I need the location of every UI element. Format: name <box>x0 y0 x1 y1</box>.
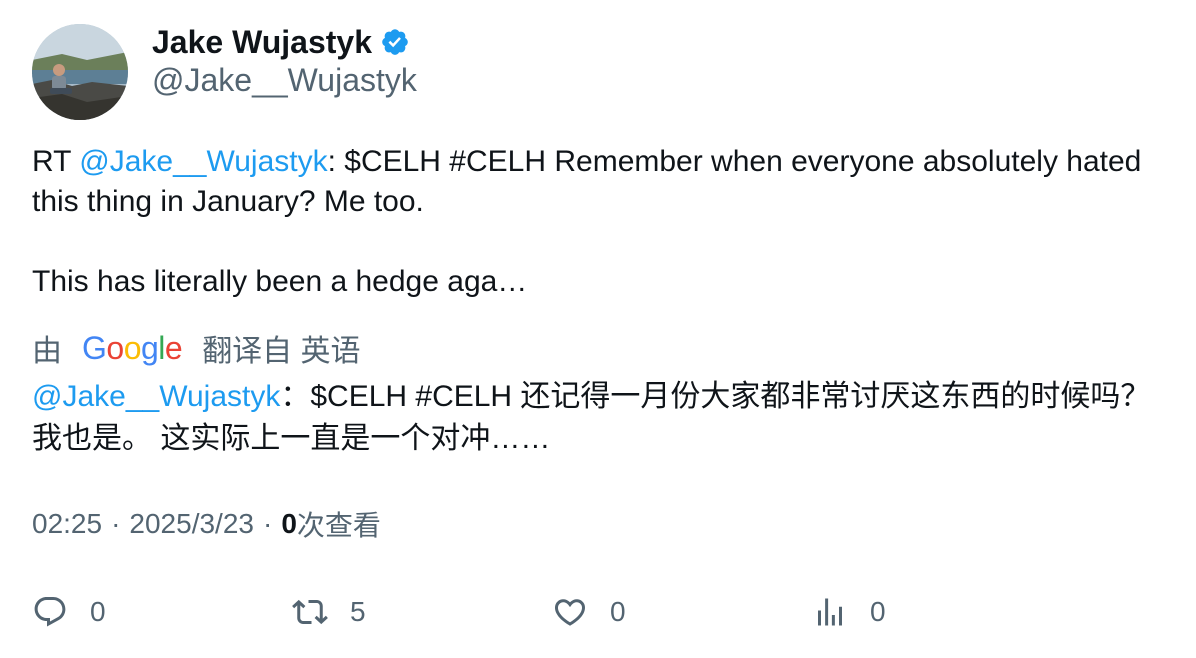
google-logo-letter: e <box>164 329 183 366</box>
translation-by-label: 由 <box>32 335 62 368</box>
views-label: 次查看 <box>296 510 381 541</box>
google-logo-letter: G <box>82 329 107 366</box>
avatar[interactable] <box>32 24 128 120</box>
tweet-text: RT @Jake__Wujastyk: $CELH #CELH Remember… <box>32 142 1162 302</box>
meta-separator: · <box>262 508 273 539</box>
retweet-icon <box>292 599 328 625</box>
analytics-icon <box>818 598 842 626</box>
views-button[interactable]: 0 <box>812 590 886 634</box>
google-logo-letter: o <box>106 329 124 366</box>
action-bar: 0 5 0 0 <box>0 590 1196 634</box>
views-action-count: 0 <box>870 596 886 627</box>
meta-separator: · <box>111 508 121 539</box>
avatar-photo <box>32 24 128 120</box>
tweet-meta: 02:25 · 2025/3/23 · 0 次查看 <box>32 504 381 544</box>
tweet-line-2: This has literally been a hedge aga… <box>32 265 528 298</box>
translated-mention-link[interactable]: @Jake__Wujastyk <box>32 380 280 413</box>
verified-badge-icon <box>380 27 410 57</box>
google-logo: Google <box>82 329 183 367</box>
author-display-name[interactable]: Jake Wujastyk <box>152 24 372 61</box>
google-logo-letter: o <box>123 329 142 366</box>
heart-icon <box>554 599 586 626</box>
like-count: 0 <box>610 596 626 627</box>
tweet-date[interactable]: 2025/3/23 <box>129 508 254 540</box>
author-name-row: Jake Wujastyk <box>152 22 410 62</box>
reply-count: 0 <box>90 596 106 627</box>
reply-button[interactable]: 0 <box>32 590 106 634</box>
tweet-line-1: RT @Jake__Wujastyk: $CELH #CELH Remember… <box>32 142 1162 222</box>
tweet-card: Jake Wujastyk @Jake__Wujastyk RT @Jake__… <box>0 0 1196 658</box>
translated-from-label: 翻译自 英语 <box>202 335 361 368</box>
retweet-prefix: RT <box>32 145 80 178</box>
translation-attribution: 由 Google 翻译自 英语 <box>32 326 361 370</box>
reply-icon <box>34 597 66 627</box>
like-button[interactable]: 0 <box>552 590 626 634</box>
views-count: 0 <box>281 508 297 539</box>
google-logo-letter: g <box>140 329 159 366</box>
tweet-time[interactable]: 02:25 <box>32 508 102 540</box>
google-logo-letter: l <box>158 329 165 366</box>
author-handle[interactable]: @Jake__Wujastyk <box>152 62 417 99</box>
tweet-mention-link[interactable]: @Jake__Wujastyk <box>79 145 327 178</box>
retweet-button[interactable]: 5 <box>292 590 366 634</box>
retweet-count: 5 <box>350 596 366 627</box>
translated-text: @Jake__Wujastyk：$CELH #CELH 还记得一月份大家都非常讨… <box>32 376 1172 460</box>
